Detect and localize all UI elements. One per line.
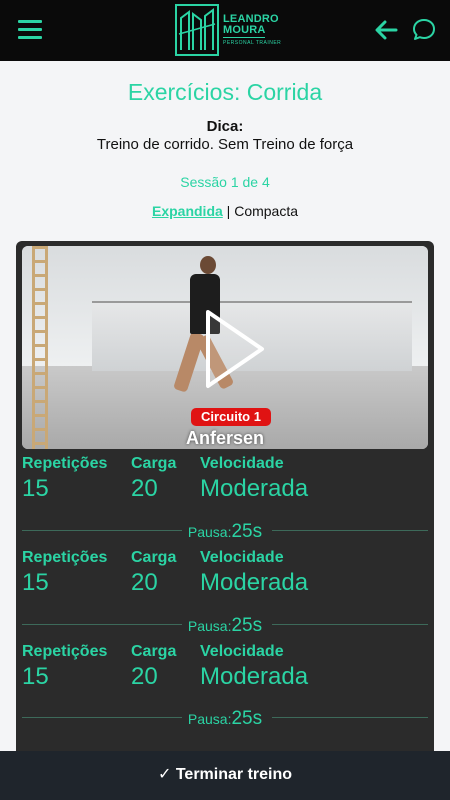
- logo-name: LEANDRO MOURA: [223, 13, 279, 36]
- pause-row: Pausa:25s: [16, 521, 434, 542]
- page-title: Exercícios: Corrida: [127, 79, 323, 105]
- pause-value: 25s: [231, 521, 263, 542]
- view-expanded-link[interactable]: Expandida: [152, 203, 223, 219]
- speed-value: Moderada: [200, 663, 309, 690]
- load-column: Carga 20: [131, 643, 176, 691]
- exercise-video[interactable]: Circuito 1 Anfersen: [22, 246, 428, 449]
- load-column: Carga 20: [131, 455, 176, 503]
- reps-label: Repetições: [22, 549, 108, 566]
- speed-column: Velocidade Moderada: [200, 643, 308, 691]
- pause-text: Pausa:25s: [187, 615, 263, 636]
- load-value: 20: [131, 475, 158, 502]
- pause-row: Pausa:25s: [16, 708, 434, 729]
- reps-column: Repetições 15: [22, 455, 107, 503]
- pause-text: Pausa:25s: [187, 521, 263, 542]
- pause-row: Pausa:25s: [16, 615, 434, 636]
- speed-value: Moderada: [200, 569, 309, 596]
- exercise-card: Circuito 1 Anfersen Repetições 15 Carga …: [16, 241, 434, 771]
- reps-label: Repetições: [22, 455, 108, 472]
- logo-divider: [223, 37, 265, 38]
- wall-ladder: [32, 246, 48, 449]
- load-value: 20: [131, 663, 158, 690]
- chat-bubble-icon[interactable]: [412, 18, 436, 42]
- pause-text: Pausa:25s: [187, 708, 263, 729]
- tip-label: Dica:: [206, 118, 244, 135]
- finish-workout-button[interactable]: ✓ Terminar treino: [0, 751, 450, 800]
- load-label: Carga: [131, 455, 177, 472]
- reps-value: 15: [22, 475, 49, 502]
- reps-column: Repetições 15: [22, 643, 107, 691]
- circuit-badge: Circuito 1: [191, 408, 271, 426]
- view-mode-toggle: Expandida | Compacta: [0, 203, 450, 219]
- speed-label: Velocidade: [200, 643, 284, 660]
- session-indicator: Sessão 1 de 4: [180, 174, 270, 190]
- load-label: Carga: [131, 643, 177, 660]
- load-value: 20: [131, 569, 158, 596]
- speed-value: Moderada: [200, 475, 309, 502]
- speed-column: Velocidade Moderada: [200, 455, 308, 503]
- hamburger-menu-icon[interactable]: [18, 20, 42, 40]
- tip-text: Treino de corrido. Sem Treino de força: [96, 136, 354, 153]
- view-compact-link[interactable]: Compacta: [234, 203, 298, 219]
- exercise-name: Anfersen: [185, 428, 265, 448]
- speed-label: Velocidade: [200, 455, 284, 472]
- logo-subtitle: PERSONAL TRAINER: [223, 40, 282, 46]
- speed-label: Velocidade: [200, 549, 284, 566]
- arrow-left-icon[interactable]: [374, 19, 398, 41]
- play-icon[interactable]: [200, 304, 270, 394]
- logo: LEANDRO MOURA PERSONAL TRAINER: [175, 4, 285, 56]
- load-column: Carga 20: [131, 549, 176, 597]
- view-separator: |: [222, 203, 235, 219]
- reps-column: Repetições 15: [22, 549, 107, 597]
- speed-column: Velocidade Moderada: [200, 549, 308, 597]
- pause-value: 25s: [231, 615, 263, 636]
- logo-mark-icon: [175, 4, 219, 56]
- reps-value: 15: [22, 663, 49, 690]
- load-label: Carga: [131, 549, 177, 566]
- top-bar: LEANDRO MOURA PERSONAL TRAINER: [0, 0, 450, 61]
- reps-label: Repetições: [22, 643, 108, 660]
- pause-value: 25s: [231, 708, 263, 729]
- reps-value: 15: [22, 569, 49, 596]
